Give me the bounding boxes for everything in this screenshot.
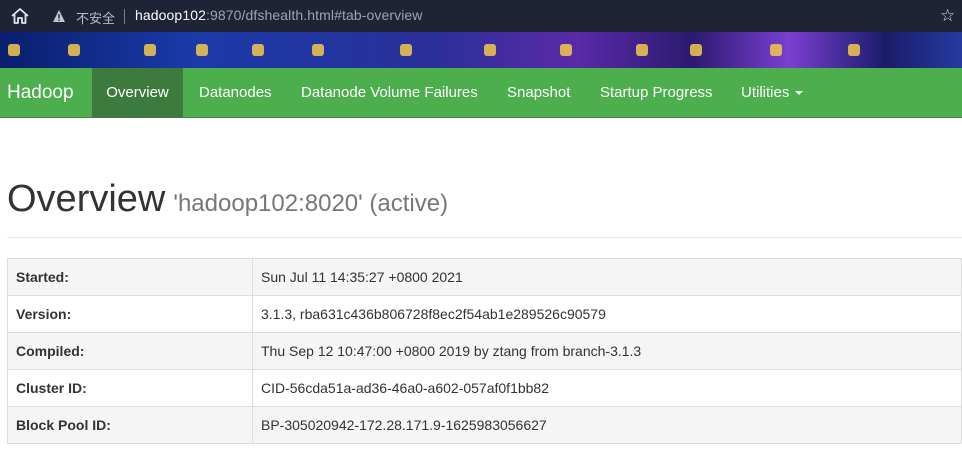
tab-startup-progress-label: Startup Progress bbox=[600, 84, 713, 101]
bookmark-icon[interactable] bbox=[636, 44, 648, 56]
row-key: Version: bbox=[7, 295, 253, 333]
tab-volume-failures-label: Datanode Volume Failures bbox=[301, 84, 478, 101]
bookmark-icon[interactable] bbox=[312, 44, 324, 56]
tab-overview-label: Overview bbox=[106, 84, 169, 101]
namenode-address: 'hadoop102:8020' (active) bbox=[173, 190, 449, 217]
bookmark-icon[interactable] bbox=[770, 44, 782, 56]
header-divider bbox=[7, 237, 962, 238]
page-title: Overview bbox=[7, 178, 166, 220]
tab-datanodes-label: Datanodes bbox=[199, 84, 272, 101]
tab-utilities-label: Utilities bbox=[741, 84, 790, 101]
caret-down-icon bbox=[795, 91, 804, 96]
table-row: Cluster ID: CID-56cda51a-ad36-46a0-a602-… bbox=[7, 369, 962, 407]
navbar-brand[interactable]: Hadoop bbox=[7, 82, 74, 104]
tab-snapshot-label: Snapshot bbox=[507, 84, 571, 101]
bookmark-icon[interactable] bbox=[560, 44, 572, 56]
bookmark-icon[interactable] bbox=[400, 44, 412, 56]
bookmark-star-icon[interactable]: ☆ bbox=[940, 6, 955, 26]
bookmark-icon[interactable] bbox=[484, 44, 496, 56]
row-value: CID-56cda51a-ad36-46a0-a602-057af0f1bb82 bbox=[252, 369, 962, 407]
table-row: Block Pool ID: BP-305020942-172.28.171.9… bbox=[7, 406, 962, 444]
row-value: BP-305020942-172.28.171.9-1625983056627 bbox=[252, 406, 962, 444]
url-path: :9870/dfshealth.html#tab-overview bbox=[205, 7, 423, 23]
tab-overview[interactable]: Overview bbox=[92, 68, 183, 118]
home-icon[interactable] bbox=[10, 7, 30, 25]
bookmark-icon[interactable] bbox=[8, 44, 20, 56]
bookmark-icon[interactable] bbox=[252, 44, 264, 56]
row-value: Sun Jul 11 14:35:27 +0800 2021 bbox=[252, 258, 962, 296]
row-key: Block Pool ID: bbox=[7, 406, 253, 444]
bookmark-icon[interactable] bbox=[848, 44, 860, 56]
table-row: Compiled: Thu Sep 12 10:47:00 +0800 2019… bbox=[7, 332, 962, 370]
url-host: hadoop102 bbox=[135, 7, 206, 23]
tab-snapshot[interactable]: Snapshot bbox=[507, 68, 570, 118]
tab-datanode-volume-failures[interactable]: Datanode Volume Failures bbox=[301, 68, 478, 118]
browser-address-bar: 不安全 hadoop102:9870/dfshealth.html#tab-ov… bbox=[0, 0, 962, 32]
hadoop-navbar: Hadoop Overview Datanodes Datanode Volum… bbox=[0, 68, 962, 118]
bookmark-icon[interactable] bbox=[144, 44, 156, 56]
row-key: Started: bbox=[7, 258, 253, 296]
row-key: Compiled: bbox=[7, 332, 253, 370]
tab-startup-progress[interactable]: Startup Progress bbox=[600, 68, 713, 118]
tab-datanodes[interactable]: Datanodes bbox=[199, 68, 272, 118]
row-value: 3.1.3, rba631c436b806728f8ec2f54ab1e2895… bbox=[252, 295, 962, 333]
row-value: Thu Sep 12 10:47:00 +0800 2019 by ztang … bbox=[252, 332, 962, 370]
row-key: Cluster ID: bbox=[7, 369, 253, 407]
warning-icon[interactable] bbox=[52, 9, 66, 23]
bookmark-icon[interactable] bbox=[196, 44, 208, 56]
bookmark-icon[interactable] bbox=[68, 44, 80, 56]
utilities-dropdown[interactable]: Utilities bbox=[741, 68, 804, 118]
table-row: Started: Sun Jul 11 14:35:27 +0800 2021 bbox=[7, 258, 962, 296]
table-row: Version: 3.1.3, rba631c436b806728f8ec2f5… bbox=[7, 295, 962, 333]
overview-table: Started: Sun Jul 11 14:35:27 +0800 2021 … bbox=[7, 258, 962, 444]
bookmark-icon[interactable] bbox=[690, 44, 702, 56]
bookmarks-bar bbox=[0, 32, 962, 68]
page-header: Overview 'hadoop102:8020' (active) bbox=[7, 178, 448, 221]
security-status-label[interactable]: 不安全 bbox=[76, 8, 115, 27]
url-field[interactable]: hadoop102:9870/dfshealth.html#tab-overvi… bbox=[135, 7, 423, 23]
address-divider bbox=[124, 9, 125, 24]
